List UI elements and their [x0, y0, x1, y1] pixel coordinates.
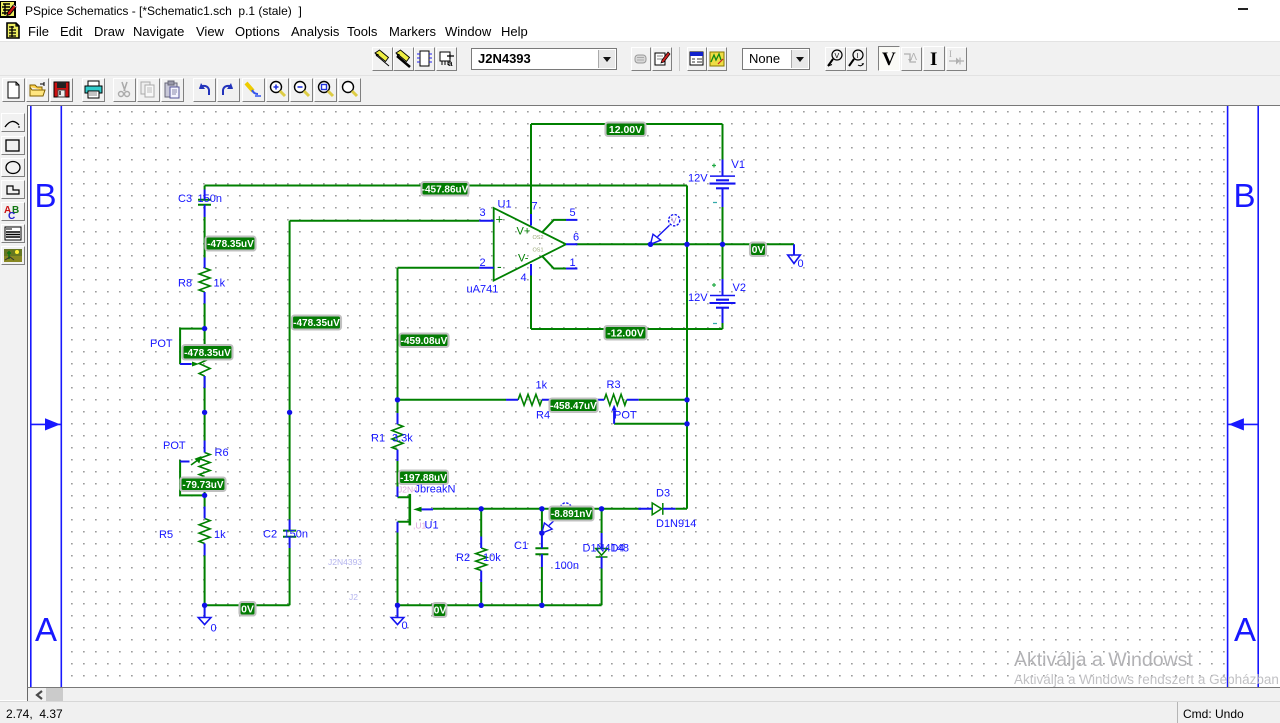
svg-text:-478.35uV: -478.35uV — [293, 318, 340, 329]
svg-text:Aktiválja a Windows rendszert: Aktiválja a Windows rendszert a Gépházba… — [1014, 672, 1279, 687]
svg-text:C3: C3 — [178, 193, 192, 205]
svg-text:I: I — [930, 49, 937, 70]
svg-text:I: I — [949, 49, 952, 59]
svg-text:2: 2 — [480, 257, 486, 269]
svg-text:V: V — [882, 49, 896, 70]
svg-text:-8.891nV: -8.891nV — [551, 509, 592, 520]
svg-text:D3: D3 — [656, 488, 670, 500]
svg-text:POT: POT — [163, 440, 186, 452]
svg-text:7: 7 — [532, 201, 538, 213]
svg-text:B: B — [35, 177, 57, 214]
svg-text:-457.86uV: -457.86uV — [422, 184, 469, 195]
svg-text:R6: R6 — [215, 447, 229, 459]
svg-text:1k: 1k — [536, 380, 548, 392]
svg-text:150n: 150n — [284, 529, 308, 541]
svg-text:-12.00V: -12.00V — [607, 327, 644, 339]
svg-text:C1: C1 — [514, 540, 528, 552]
svg-text:150n: 150n — [198, 193, 222, 205]
svg-text:5: 5 — [570, 207, 576, 219]
svg-text:D4: D4 — [611, 543, 625, 555]
svg-text:4: 4 — [521, 272, 527, 284]
svg-text:R2: R2 — [456, 552, 470, 564]
svg-text:12.00V: 12.00V — [609, 124, 642, 136]
svg-text:-79.73uV: -79.73uV — [182, 480, 223, 491]
svg-text:12V: 12V — [688, 292, 708, 304]
svg-text:1k: 1k — [214, 278, 226, 290]
svg-text:uA741: uA741 — [467, 284, 499, 296]
svg-text:C: C — [8, 211, 15, 220]
svg-text:I: I — [857, 53, 859, 60]
svg-text:-478.35uV: -478.35uV — [207, 239, 254, 250]
svg-text:6: 6 — [573, 232, 579, 244]
svg-text:-: - — [497, 258, 502, 274]
svg-text:V: V — [835, 53, 840, 60]
svg-text:1: 1 — [570, 257, 576, 269]
svg-text:R5: R5 — [159, 529, 173, 541]
svg-text:A: A — [1234, 611, 1256, 648]
svg-text:OS2: OS2 — [533, 235, 544, 241]
svg-text:a: a — [448, 59, 453, 68]
svg-text:0V: 0V — [752, 244, 765, 256]
svg-text:V+: V+ — [517, 226, 531, 238]
svg-text:0V: 0V — [434, 605, 447, 617]
svg-text:100n: 100n — [555, 560, 579, 572]
svg-text:R1: R1 — [371, 433, 385, 445]
svg-text:D1N914: D1N914 — [656, 518, 696, 530]
svg-text:U1: U1 — [498, 199, 512, 211]
svg-text:U1: U1 — [425, 520, 439, 532]
svg-text:J2N4393: J2N4393 — [328, 557, 362, 567]
svg-text:-459.08uV: -459.08uV — [401, 336, 448, 347]
svg-text:V-: V- — [518, 253, 529, 265]
svg-text:0: 0 — [211, 623, 217, 635]
svg-text:10k: 10k — [483, 552, 501, 564]
svg-text:OS1: OS1 — [533, 248, 544, 254]
svg-text:12V: 12V — [688, 173, 708, 185]
svg-text:V2: V2 — [733, 282, 746, 294]
svg-text:R3: R3 — [607, 379, 621, 391]
svg-text:0V: 0V — [241, 603, 254, 615]
svg-text:-478.35uV: -478.35uV — [184, 348, 231, 359]
svg-text:0: 0 — [402, 620, 408, 632]
svg-text:POT: POT — [150, 338, 173, 350]
svg-text:0: 0 — [798, 258, 804, 270]
svg-text:JbreakN: JbreakN — [415, 484, 456, 496]
svg-text:C2: C2 — [263, 529, 277, 541]
svg-text:V: V — [671, 217, 677, 226]
svg-text:Aktiválja a Windowst: Aktiválja a Windowst — [1014, 649, 1193, 671]
svg-text:A: A — [35, 611, 57, 648]
svg-text:J2: J2 — [349, 592, 358, 602]
svg-text:+: + — [496, 212, 504, 227]
svg-text:-458.47uV: -458.47uV — [550, 401, 597, 412]
svg-text:1k: 1k — [214, 529, 226, 541]
svg-text:3.3k: 3.3k — [392, 433, 413, 445]
svg-text:V1: V1 — [732, 159, 745, 171]
svg-text:POT: POT — [614, 410, 637, 422]
svg-text:B: B — [1234, 177, 1256, 214]
svg-text:R8: R8 — [178, 278, 192, 290]
svg-text:R4: R4 — [536, 410, 550, 422]
svg-text:3: 3 — [480, 207, 486, 219]
svg-text:-197.88uV: -197.88uV — [400, 473, 447, 484]
